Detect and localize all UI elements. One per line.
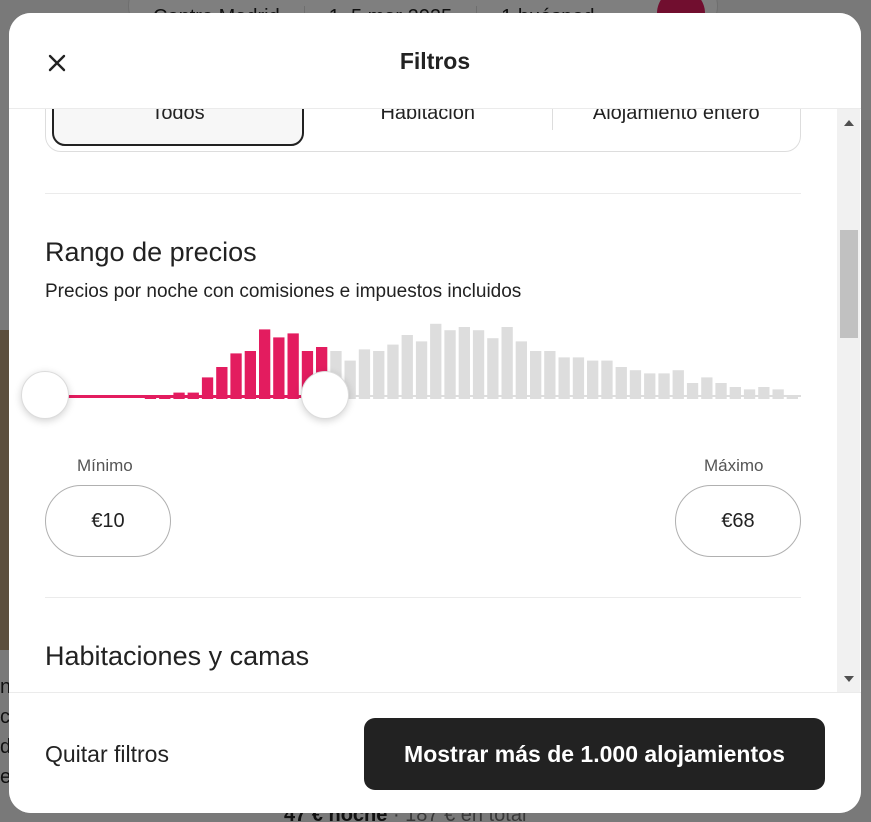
histogram-bar bbox=[501, 327, 513, 399]
histogram-bar bbox=[530, 351, 542, 399]
scroll-down-icon bbox=[843, 675, 854, 682]
price-histogram-chart bbox=[144, 323, 798, 399]
section-divider bbox=[45, 193, 801, 194]
histogram-bar bbox=[515, 341, 527, 399]
filters-modal: Filtros Todos Habitación Alojamiento ent… bbox=[9, 13, 861, 813]
type-option-todos[interactable]: Todos bbox=[52, 109, 304, 146]
price-slider-min-handle[interactable] bbox=[21, 371, 69, 419]
histogram-bar bbox=[572, 357, 585, 399]
modal-body[interactable]: Todos Habitación Alojamiento entero Rang… bbox=[9, 109, 861, 692]
min-price-input[interactable]: €10 bbox=[45, 485, 171, 557]
rooms-beds-title: Habitaciones y camas bbox=[45, 641, 310, 671]
histogram-bar bbox=[287, 333, 299, 399]
histogram-bar bbox=[273, 337, 285, 399]
histogram-bar bbox=[259, 329, 271, 399]
type-option-habitacion[interactable]: Habitación bbox=[304, 109, 552, 151]
section-divider bbox=[45, 597, 801, 598]
histogram-bar bbox=[758, 387, 770, 399]
scroll-up-button[interactable] bbox=[837, 111, 860, 133]
histogram-bar bbox=[401, 335, 413, 399]
min-price-label: Mínimo bbox=[77, 456, 133, 475]
histogram-bar bbox=[430, 323, 442, 399]
histogram-bar bbox=[358, 349, 371, 399]
scroll-up-icon bbox=[843, 119, 854, 126]
modal-footer: Quitar filtros Mostrar más de 1.000 aloj… bbox=[9, 692, 861, 813]
price-slider-max-handle[interactable] bbox=[300, 371, 349, 419]
histogram-bar bbox=[729, 387, 741, 399]
histogram-bar bbox=[472, 330, 485, 399]
price-range-subtitle: Precios por noche con comisiones e impue… bbox=[45, 281, 522, 302]
modal-header: Filtros bbox=[9, 13, 861, 109]
histogram-bar bbox=[444, 330, 456, 399]
max-price-label: Máximo bbox=[704, 456, 764, 475]
histogram-bar bbox=[487, 338, 499, 399]
modal-title: Filtros bbox=[399, 48, 471, 74]
price-histogram bbox=[45, 319, 801, 399]
histogram-bar bbox=[458, 327, 470, 399]
histogram-bar bbox=[244, 351, 256, 399]
histogram-bar bbox=[587, 360, 599, 399]
histogram-bar bbox=[373, 351, 385, 399]
histogram-bar bbox=[558, 357, 570, 399]
histogram-bar bbox=[230, 353, 242, 399]
histogram-bar bbox=[415, 341, 428, 399]
price-range-title: Rango de precios bbox=[45, 237, 257, 267]
histogram-bar bbox=[387, 344, 399, 399]
clear-filters-button[interactable]: Quitar filtros bbox=[45, 739, 169, 769]
histogram-bar bbox=[601, 360, 613, 399]
price-slider-selected-range bbox=[45, 395, 325, 398]
scroll-down-button[interactable] bbox=[837, 668, 860, 690]
scroll-thumb[interactable] bbox=[840, 230, 858, 338]
max-price-input[interactable]: €68 bbox=[675, 485, 801, 557]
modal-scrollbar[interactable] bbox=[837, 109, 860, 692]
histogram-bar bbox=[544, 351, 556, 399]
type-option-alojamiento-entero[interactable]: Alojamiento entero bbox=[553, 109, 801, 151]
type-of-place-control: Todos Habitación Alojamiento entero bbox=[45, 109, 801, 152]
show-results-button[interactable]: Mostrar más de 1.000 alojamientos bbox=[364, 718, 825, 790]
